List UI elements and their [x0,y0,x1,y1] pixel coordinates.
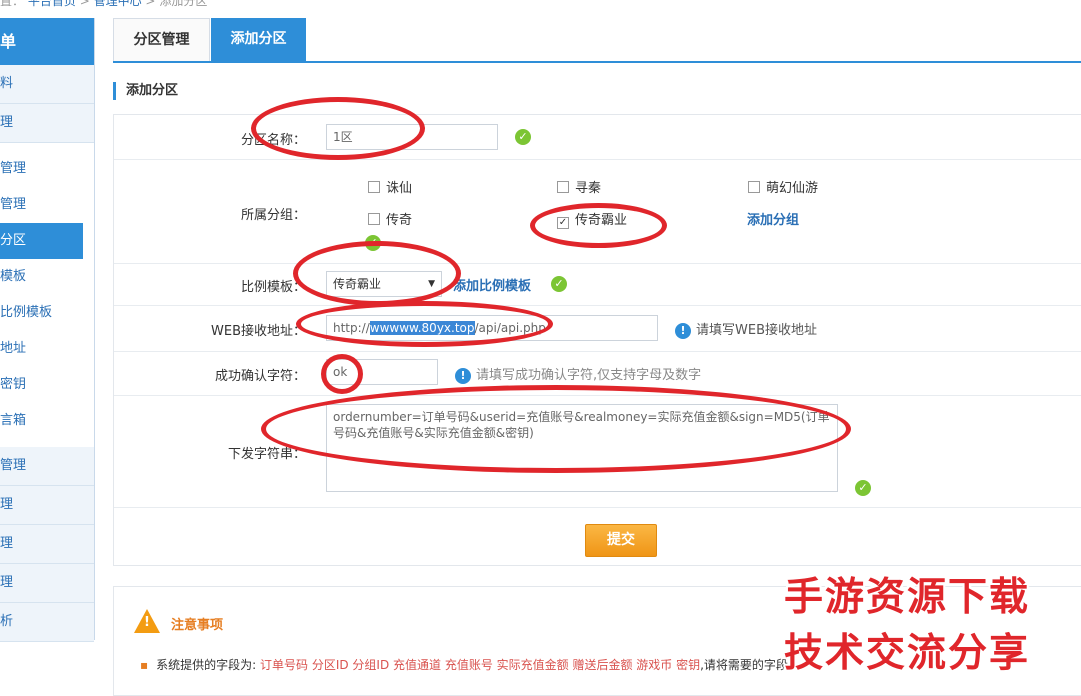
watermark-line: 手游资源下载 [784,575,1031,620]
checkbox-icon [368,213,380,225]
check-icon: ✓ [855,480,871,496]
web-address-hint: ! 请填写WEB接收地址 [675,319,817,339]
annotation-circle [321,354,363,394]
sidebar-subitem[interactable]: 管理 [0,151,94,187]
annotation-circle [530,203,667,248]
breadcrumb: 置： 平台首页 > 管理中心 > 添加分区 [0,0,207,8]
breadcrumb-manage-link[interactable]: 管理中心 [94,0,142,8]
sidebar-item[interactable]: 理 [0,564,94,603]
sidebar-subitem[interactable]: 管理 [0,187,94,223]
group-checkbox[interactable]: 诛仙 [368,177,412,196]
sidebar-item[interactable]: 理 [0,525,94,564]
sidebar-item[interactable]: 料 [0,65,94,104]
form-row-ratio: 比例模板： 传奇霸业 ▼ 添加比例模板 ✓ [114,263,1081,306]
info-icon: ! [675,323,691,339]
sidebar-subitem[interactable]: 地址 [0,331,94,367]
info-icon: ! [455,368,471,384]
group-checkbox[interactable]: 传奇 [368,209,412,228]
group-checkbox[interactable]: 萌幻仙游 [748,177,818,196]
breadcrumb-prefix: 置： [0,0,25,8]
tab-zone-manage[interactable]: 分区管理 [113,18,210,61]
breadcrumb-current: 添加分区 [159,0,208,8]
annotation-circle [296,301,553,347]
confirm-char-label: 成功确认字符： [214,369,306,384]
sidebar-item[interactable]: 析 [0,603,94,642]
sidebar-subitem[interactable]: 模板 [0,259,94,295]
submit-button[interactable]: 提交 [585,524,657,557]
annotation-circle [261,385,851,473]
checkbox-icon [557,181,569,193]
check-icon: ✓ [551,276,567,292]
checkbox-icon [368,181,380,193]
warning-icon: ! [134,609,160,633]
notice-title: 注意事项 [171,618,224,633]
sidebar-item[interactable]: 理 [0,486,94,525]
section-title: 添加分区 [113,82,178,100]
breadcrumb-separator: > [145,0,156,8]
sidebar-item[interactable]: 管理 [0,447,94,486]
sidebar-item[interactable]: 理 [0,104,94,143]
web-address-label: WEB接收地址： [211,324,306,339]
sidebar-subitem[interactable]: 密钥 [0,367,94,403]
watermark-line: 技术交流分享 [784,631,1031,676]
add-ratio-template-link[interactable]: 添加比例模板 [453,275,531,294]
tab-bar: 分区管理 添加分区 [113,18,1081,63]
check-icon: ✓ [515,129,531,145]
watermark: 手游资源下载 技术交流分享 [784,566,1081,690]
add-group-link[interactable]: 添加分组 [747,209,799,228]
breadcrumb-home-link[interactable]: 平台首页 [28,0,76,8]
sidebar: 单 料 理 管理 管理 分区 模板 比例模板 地址 密钥 言箱 管理 理 理 理… [0,18,95,642]
annotation-circle [251,97,425,160]
notice-text: ▪ 系统提供的字段为: 订单号码 分区ID 分组ID 充值通道 充值账号 实际充值… [140,658,788,672]
breadcrumb-separator: > [79,0,90,8]
form-row-web: WEB接收地址： http://wwwww.80yx.top/api/api.p… [114,305,1081,352]
confirm-char-hint: ! 请填写成功确认字符,仅支持字母及数字 [455,364,701,384]
sidebar-subitem[interactable]: 言箱 [0,403,94,439]
sidebar-subitem-active[interactable]: 分区 [0,223,83,259]
sidebar-subitem[interactable]: 比例模板 [0,295,94,331]
sidebar-header: 单 [0,18,94,65]
add-zone-form: 分区名称： 1区 ✓ 所属分组： 诛仙 寻秦 萌幻仙游 传奇 ✓ 传奇霸业 添加分… [113,114,1081,566]
sidebar-submenu: 管理 管理 分区 模板 比例模板 地址 密钥 言箱 [0,143,94,447]
group-label: 所属分组： [240,208,306,223]
checkbox-icon [748,181,760,193]
group-checkbox[interactable]: 寻秦 [557,177,601,196]
tab-add-zone[interactable]: 添加分区 [211,18,306,61]
annotation-circle [293,241,461,306]
